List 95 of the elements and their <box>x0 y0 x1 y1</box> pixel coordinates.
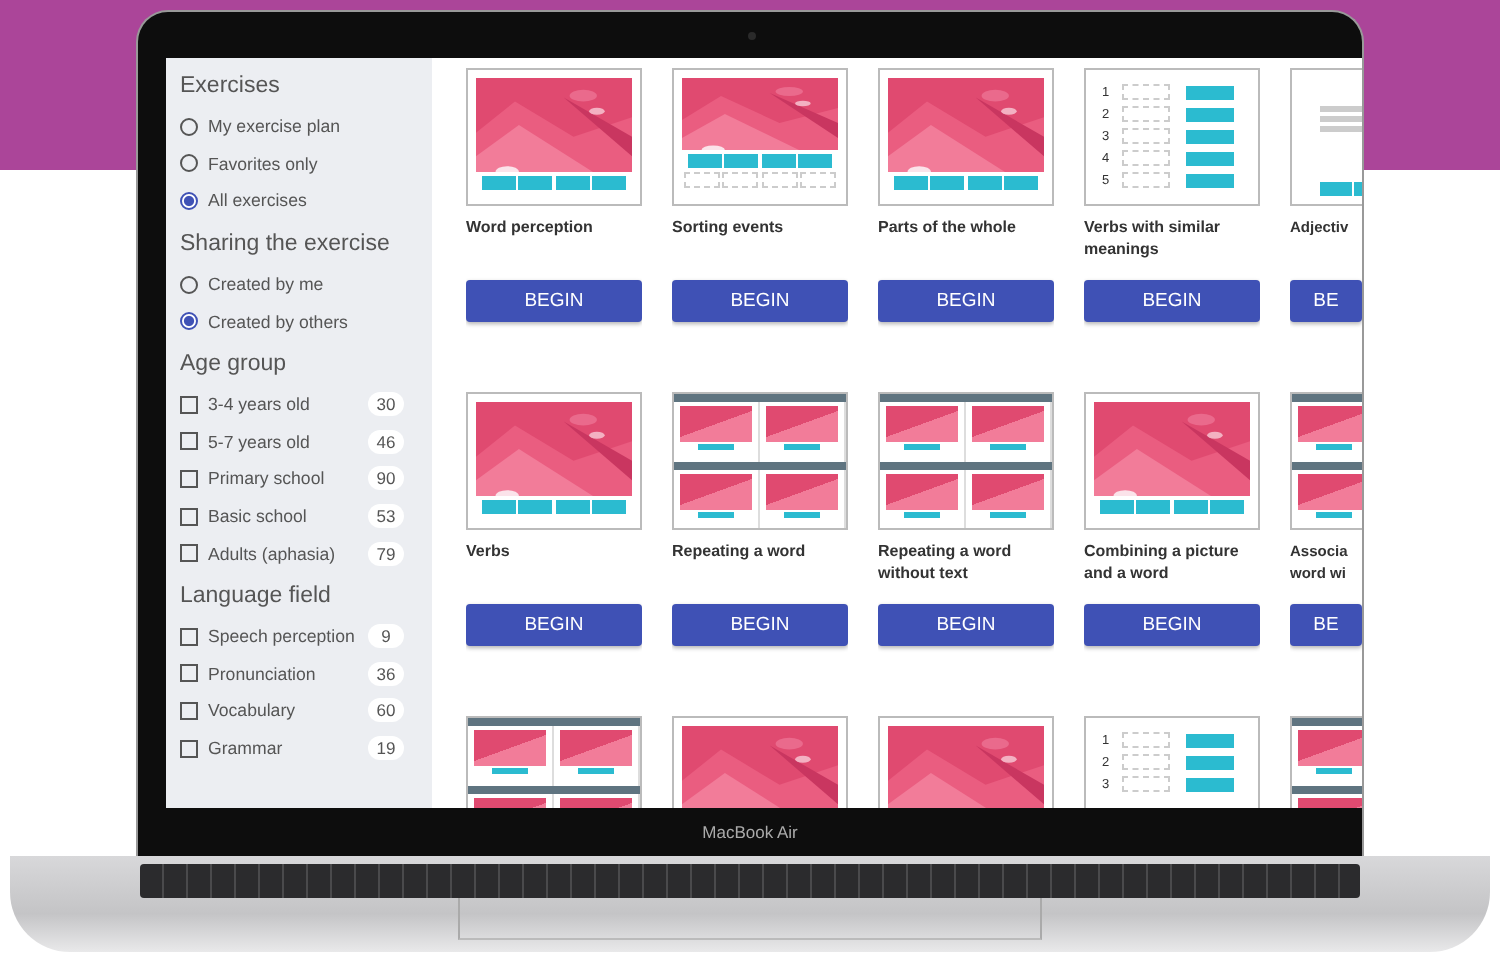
option-label: Grammar <box>208 738 283 759</box>
count-badge: 60 <box>368 698 404 723</box>
radio-button[interactable] <box>180 117 198 136</box>
filter-option[interactable]: Basic school 53 <box>180 497 432 535</box>
answer-tile <box>1186 129 1234 143</box>
answer-tile <box>1186 85 1234 99</box>
filter-option[interactable]: 3-4 years old 30 <box>180 385 432 424</box>
exercise-title: Verbs with similar meanings <box>1084 218 1223 262</box>
radio-button[interactable] <box>180 191 198 210</box>
checkbox[interactable] <box>180 664 198 683</box>
section-heading: Exercises <box>180 72 282 102</box>
radio-button[interactable] <box>180 275 198 294</box>
answer-tile <box>1186 151 1234 165</box>
empty-slot <box>1122 754 1170 770</box>
option-label: Primary school <box>208 468 325 489</box>
option-label: Vocabulary <box>208 700 296 721</box>
option-label: Speech perception <box>208 626 355 647</box>
exercise-thumbnail[interactable] <box>466 68 642 206</box>
empty-slot <box>1122 128 1170 144</box>
answer-tile <box>1186 733 1234 747</box>
exercise-title: Combining a picture and a word <box>1084 542 1241 585</box>
option-label: All exercises <box>208 190 307 211</box>
count-badge: 19 <box>368 736 404 761</box>
begin-button[interactable]: BEGIN <box>672 280 848 322</box>
exercise-title: Repeating a word <box>672 542 808 564</box>
exercise-title: Word perception <box>466 218 595 240</box>
begin-button[interactable]: BEGIN <box>466 280 642 322</box>
begin-button[interactable]: BE <box>1290 604 1362 646</box>
empty-slot <box>1122 150 1170 166</box>
checkbox[interactable] <box>180 627 198 646</box>
option-label: Adults (aphasia) <box>208 543 336 564</box>
filter-option[interactable]: Adults (aphasia) 79 <box>180 534 432 572</box>
checkbox[interactable] <box>180 432 198 451</box>
filter-option[interactable]: Grammar 19 <box>180 729 432 767</box>
option-label: Favorites only <box>208 153 318 174</box>
begin-button[interactable]: BEGIN <box>1084 280 1260 322</box>
checkbox[interactable] <box>180 701 198 720</box>
exercise-thumbnail[interactable] <box>672 68 848 206</box>
count-badge: 36 <box>368 661 404 686</box>
count-badge: 30 <box>368 392 404 417</box>
checkbox[interactable] <box>180 469 198 488</box>
filter-option[interactable]: Created by me <box>180 265 432 303</box>
begin-button[interactable]: BEGIN <box>878 604 1054 646</box>
begin-button[interactable]: BEGIN <box>878 280 1054 322</box>
count-badge: 46 <box>368 429 404 454</box>
filter-option[interactable]: Favorites only <box>180 145 432 183</box>
filter-option[interactable]: Speech perception 9 <box>180 617 432 656</box>
filter-option[interactable]: My exercise plan <box>180 108 432 146</box>
begin-button[interactable]: BEGIN <box>672 604 848 646</box>
checkbox[interactable] <box>180 395 198 414</box>
section-heading: Language field <box>180 581 333 612</box>
begin-button[interactable]: BEGIN <box>1084 604 1260 646</box>
answer-tile <box>1186 173 1234 187</box>
device-label: MacBook Air <box>700 820 800 846</box>
filter-option[interactable]: All exercises <box>180 182 432 220</box>
option-label: Basic school <box>208 506 307 527</box>
filter-option[interactable]: Pronunciation 36 <box>180 655 432 693</box>
answer-tile <box>1186 755 1234 769</box>
checkbox[interactable] <box>180 507 198 526</box>
empty-slot <box>1122 172 1170 188</box>
exercise-title: Verbs <box>466 542 512 564</box>
empty-slot <box>1122 84 1170 100</box>
option-label: Pronunciation <box>208 663 316 684</box>
exercise-thumbnail[interactable] <box>466 392 642 530</box>
answer-tile <box>1186 777 1234 791</box>
exercise-title: Parts of the whole <box>878 218 1018 240</box>
radio-button[interactable] <box>180 312 198 331</box>
empty-slot <box>1122 776 1170 792</box>
radio-button[interactable] <box>180 154 198 173</box>
begin-button[interactable]: BEGIN <box>466 604 642 646</box>
filter-option[interactable]: Primary school 90 <box>180 460 432 498</box>
count-badge: 79 <box>368 541 404 566</box>
checkbox[interactable] <box>180 544 198 563</box>
option-label: My exercise plan <box>208 116 341 137</box>
section-heading: Sharing the exercise <box>180 229 392 260</box>
option-label: 3-4 years old <box>208 394 310 415</box>
section-heading: Age group <box>180 349 289 380</box>
option-label: 5-7 years old <box>208 431 310 452</box>
filter-option[interactable]: Vocabulary 60 <box>180 692 432 730</box>
answer-tile <box>1186 107 1234 121</box>
checkbox[interactable] <box>180 739 198 758</box>
count-badge: 53 <box>368 504 404 529</box>
exercise-title: Sorting events <box>672 218 786 240</box>
filter-option[interactable]: 5-7 years old 46 <box>180 423 432 461</box>
begin-button[interactable]: BE <box>1290 280 1362 322</box>
exercise-thumbnail[interactable] <box>878 68 1054 206</box>
filter-option[interactable]: Created by others <box>180 302 432 340</box>
exercise-title: Repeating a word without text <box>878 542 1014 585</box>
empty-slot <box>1122 732 1170 748</box>
exercise-thumbnail[interactable] <box>1084 392 1260 530</box>
count-badge: 9 <box>368 624 404 649</box>
empty-slot <box>1122 106 1170 122</box>
count-badge: 90 <box>368 466 404 491</box>
option-label: Created by me <box>208 274 324 295</box>
option-label: Created by others <box>208 311 348 332</box>
